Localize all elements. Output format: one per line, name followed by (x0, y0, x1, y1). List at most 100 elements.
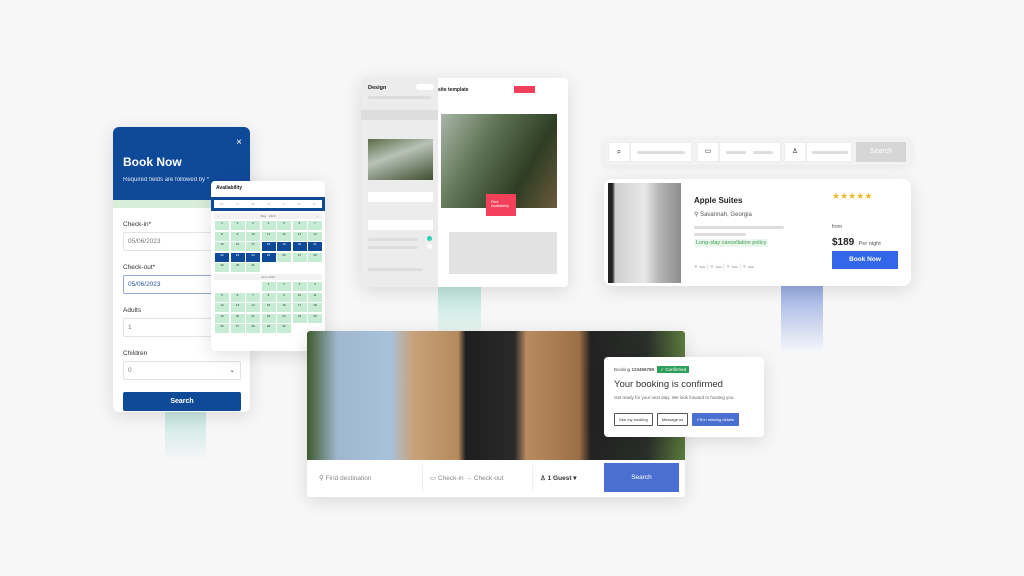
calendar-day[interactable]: 20 (292, 242, 307, 251)
weekday-label: Tu (236, 202, 239, 206)
calendar-day[interactable]: 18 (308, 303, 322, 312)
calendar-day[interactable]: 5 (215, 292, 229, 302)
message-us-button[interactable]: Message us (656, 413, 689, 426)
fill-details-button[interactable]: Fill in missing details (692, 413, 739, 426)
calendar-day[interactable]: 8 (261, 292, 276, 302)
radio-on[interactable] (427, 236, 432, 241)
calendar-day[interactable]: 7 (308, 221, 322, 230)
calendar-day[interactable]: 11 (261, 231, 276, 241)
calendar-day[interactable]: 3 (292, 282, 307, 291)
calendar-day[interactable]: 31 (246, 263, 260, 272)
search-button[interactable]: Search (123, 392, 241, 411)
children-label: Children (123, 350, 148, 357)
design-editor-panel: Design site template Find Availability (361, 78, 568, 287)
calendar-day[interactable]: 17 (246, 242, 260, 251)
calendar-day[interactable]: 19 (215, 313, 229, 323)
calendar-day[interactable]: 22 (215, 252, 229, 262)
next-month-icon[interactable]: › (317, 213, 318, 219)
calendar-day[interactable]: 15 (261, 303, 276, 312)
calendar-day[interactable]: 23 (230, 252, 245, 262)
calendar-day[interactable]: 15 (215, 242, 229, 251)
thumbnail-image (368, 139, 433, 180)
calendar-day[interactable]: 26 (277, 252, 291, 262)
calendar-day[interactable]: 3 (246, 221, 260, 230)
calendar-day[interactable]: 2 (277, 282, 291, 291)
see-booking-button[interactable]: See my booking (614, 413, 653, 426)
calendar-day[interactable]: 14 (246, 303, 260, 312)
calendar-day[interactable]: 27 (230, 324, 245, 333)
calendar-day[interactable]: 4 (261, 221, 276, 230)
calendar-day[interactable]: 30 (230, 263, 245, 272)
calendar-day[interactable]: 1 (261, 282, 276, 291)
calendar-day[interactable]: 21 (308, 242, 322, 251)
dropdown[interactable] (368, 220, 433, 230)
guests-select[interactable]: ♙ 1 Guest ▾ (540, 474, 577, 482)
calendar-day[interactable]: 21 (246, 313, 260, 323)
dropdown[interactable] (368, 192, 433, 202)
weekday-label: Th (267, 202, 271, 206)
destination-input[interactable] (630, 142, 692, 162)
calendar-day[interactable]: 26 (215, 324, 229, 333)
calendar-day[interactable]: 24 (246, 252, 260, 262)
price: $189 (832, 237, 855, 248)
calendar-day[interactable]: 7 (246, 292, 260, 302)
price-from: from (832, 224, 842, 230)
close-icon[interactable]: × (236, 137, 242, 148)
find-availability-button[interactable]: Find Availability (486, 194, 516, 216)
calendar-day[interactable]: 28 (308, 252, 322, 262)
calendar-day[interactable]: 4 (308, 282, 322, 291)
dates-input[interactable] (719, 142, 781, 162)
calendar-day[interactable]: 28 (246, 324, 260, 333)
calendar-day[interactable]: 29 (261, 324, 276, 333)
prev-month-icon[interactable]: ‹ (218, 213, 219, 219)
calendar-day[interactable]: 25 (308, 313, 322, 323)
booking-number: 123456789 (631, 367, 655, 372)
calendar-day[interactable]: 2 (230, 221, 245, 230)
children-select[interactable]: 0 ⌄ (123, 361, 241, 380)
page-title: site template (438, 87, 469, 93)
calendar-day[interactable]: 5 (277, 221, 291, 230)
calendar-day[interactable]: 10 (246, 231, 260, 241)
calendar-day[interactable]: 9 (230, 231, 245, 241)
calendar-day[interactable]: 10 (292, 292, 307, 302)
destination-input[interactable]: Find destination (326, 475, 372, 482)
calendar-day[interactable]: 11 (308, 292, 322, 302)
user-icon: ♙ (784, 142, 806, 162)
calendar-day[interactable]: 9 (277, 292, 291, 302)
calendar-day[interactable]: 18 (261, 242, 276, 251)
calendar-day[interactable]: 19 (277, 242, 291, 251)
calendar-day[interactable]: 13 (292, 231, 307, 241)
calendar-day[interactable]: 14 (308, 231, 322, 241)
calendar-day[interactable]: 24 (292, 313, 307, 323)
decor-bar (781, 286, 823, 350)
weekday-label: Fr (282, 202, 285, 206)
dates-input[interactable]: ▭ Check-in → Check-out (430, 474, 503, 482)
calendar-day[interactable]: 25 (261, 252, 276, 262)
search-button[interactable]: Search (604, 463, 679, 492)
calendar-day[interactable]: 27 (292, 252, 307, 262)
calendar-day[interactable]: 29 (215, 263, 229, 272)
radio-off[interactable] (427, 244, 432, 249)
calendar-day[interactable]: 13 (230, 303, 245, 312)
calendar-day[interactable]: 23 (277, 313, 291, 323)
calendar-day[interactable]: 8 (215, 231, 229, 241)
calendar-day[interactable]: 17 (292, 303, 307, 312)
calendar-day[interactable]: 12 (215, 303, 229, 312)
guests-input[interactable] (806, 142, 852, 162)
toggle[interactable] (416, 84, 434, 90)
calendar-day[interactable]: 16 (230, 242, 245, 251)
calendar-day[interactable]: 6 (292, 221, 307, 230)
listing-name[interactable]: Apple Suites (694, 196, 742, 205)
book-now-button[interactable]: Book Now (832, 251, 898, 269)
publish-button[interactable] (514, 86, 535, 93)
calendar-day[interactable]: 1 (215, 221, 229, 230)
location-pin-icon: ⚲ (319, 475, 324, 482)
search-button[interactable]: Search (856, 142, 906, 162)
calendar-day[interactable]: 12 (277, 231, 291, 241)
calendar-day[interactable]: 22 (261, 313, 276, 323)
calendar-day[interactable]: 6 (230, 292, 245, 302)
calendar-day[interactable]: 30 (277, 324, 291, 333)
calendar-day[interactable]: 20 (230, 313, 245, 323)
listing-card: Apple Suites ⚲ Savannah, Georgia Long-st… (604, 179, 911, 286)
calendar-day[interactable]: 16 (277, 303, 291, 312)
